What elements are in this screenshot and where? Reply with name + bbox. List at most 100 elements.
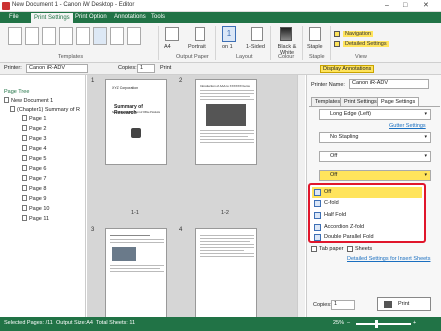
copies-label: Copies: (118, 65, 137, 71)
option-half-fold[interactable]: Half Fold (312, 210, 422, 222)
pages-per-sheet-icon[interactable]: 1 (222, 26, 236, 42)
zoom-level: 25% (333, 320, 345, 326)
text-line (110, 239, 164, 240)
insert-sheets-link[interactable]: Detailed Settings for Insert Sheets (347, 256, 430, 262)
detailed-settings-checkbox[interactable] (334, 41, 340, 47)
tab-print-settings[interactable]: Print Settings (340, 97, 381, 106)
copies-input[interactable]: 1 (331, 300, 355, 310)
printer-select[interactable]: Canon iR-ADV (26, 64, 88, 73)
tab-file[interactable]: File (6, 12, 22, 23)
tree-page[interactable]: Page 1 (22, 115, 46, 124)
page-preview-area[interactable]: 1 2 XYZ Corporation Summary of Research … (87, 75, 297, 317)
color-mode-icon[interactable] (280, 27, 292, 41)
page-icon (22, 205, 27, 211)
photo-image (206, 104, 246, 126)
tree-page[interactable]: Page 10 (22, 205, 50, 214)
sheets-checkbox[interactable] (347, 246, 353, 252)
print-button[interactable]: Print (377, 297, 431, 311)
page-thumbnail[interactable] (105, 228, 167, 317)
tree-page[interactable]: Page 6 (22, 165, 46, 174)
chapter-icon (10, 106, 15, 112)
fold-icon (314, 234, 321, 241)
tab-print-option[interactable]: Print Option (72, 12, 110, 23)
tree-root-label: New Document 1 (11, 98, 54, 104)
zoom-in-icon[interactable]: + (413, 320, 416, 326)
printer-label: Printer: (4, 65, 22, 71)
tree-root[interactable]: New Document 1 (4, 97, 53, 106)
orientation-label[interactable]: Portrait (188, 44, 206, 50)
tree-page[interactable]: Page 7 (22, 175, 46, 184)
template-thumbnail[interactable] (59, 27, 73, 45)
zoom-slider-thumb[interactable] (375, 320, 378, 328)
text-line (200, 133, 254, 134)
text-line (200, 139, 254, 140)
tab-tools[interactable]: Tools (148, 12, 168, 23)
copies-input[interactable]: 1 (137, 64, 155, 73)
punch-select[interactable]: Off ▾ (319, 151, 431, 162)
template-thumbnail[interactable] (93, 27, 107, 45)
template-thumbnail[interactable] (8, 27, 22, 45)
tab-paper-checkbox[interactable] (311, 246, 317, 252)
tree-chapter[interactable]: (Chapter1) Summary of R (10, 106, 80, 115)
template-thumbnail[interactable] (110, 27, 124, 45)
minimize-button[interactable]: – (385, 2, 389, 10)
text-line (200, 256, 254, 257)
tab-page-settings[interactable]: Page Settings (377, 97, 420, 106)
template-thumbnail[interactable] (42, 27, 56, 45)
output-size-status: Output Size:A4 (56, 320, 93, 326)
navigation-toggle[interactable]: Navigation (343, 31, 373, 37)
zoom-slider[interactable] (356, 323, 411, 325)
orientation-icon[interactable] (195, 27, 205, 41)
tree-page[interactable]: Page 5 (22, 155, 46, 164)
tab-annotations[interactable]: Annotations (111, 12, 149, 23)
tree-page[interactable]: Page 2 (22, 125, 46, 134)
tree-page[interactable]: Page 8 (22, 185, 46, 194)
print-button[interactable]: Print (160, 65, 171, 71)
paper-size-icon[interactable] (165, 27, 179, 41)
tree-page-label: Page 3 (29, 136, 47, 142)
display-annotations-toggle[interactable]: Display Annotations (320, 65, 375, 73)
page-subtitle: Sales Data Management of Office Products (112, 111, 161, 114)
template-thumbnail[interactable] (25, 27, 39, 45)
paper-size-label[interactable]: A4 (164, 44, 171, 50)
fold-select[interactable]: Off ▾ (319, 170, 431, 181)
template-thumbnail[interactable] (76, 27, 90, 45)
option-double-parallel-fold[interactable]: Double Parallel Fold (312, 232, 422, 242)
staple-icon[interactable] (309, 27, 321, 41)
page-thumbnail[interactable] (195, 228, 257, 317)
pages-on-label[interactable]: on 1 (222, 44, 233, 50)
tree-page-label: Page 10 (29, 206, 50, 212)
group-label-templates: Templates (58, 54, 84, 60)
page-title: Summary of Research (114, 104, 143, 116)
page-thumbnail[interactable]: XYZ Corporation Summary of Research Sale… (105, 79, 167, 165)
zoom-out-icon[interactable]: – (347, 320, 350, 326)
navigation-checkbox[interactable] (334, 31, 340, 37)
text-line (200, 90, 254, 91)
close-button[interactable]: ✕ (423, 2, 429, 10)
detailed-settings-toggle[interactable]: Detailed Settings (343, 41, 389, 47)
binding-select[interactable]: Long Edge (Left) ▾ (319, 109, 431, 120)
staple-select[interactable]: No Stapling ▾ (319, 132, 431, 143)
text-line (200, 247, 254, 248)
template-thumbnail[interactable] (127, 27, 141, 45)
text-line (200, 241, 250, 242)
staple-label[interactable]: Staple (307, 44, 323, 50)
sheet-number: 4 (179, 227, 183, 233)
vertical-scrollbar[interactable] (297, 75, 305, 317)
tree-page[interactable]: Page 4 (22, 145, 46, 154)
tree-page[interactable]: Page 3 (22, 135, 46, 144)
group-label-staple: Staple (309, 54, 325, 60)
gutter-settings-link[interactable]: Gutter Settings (389, 123, 426, 129)
sided-icon[interactable] (251, 27, 263, 41)
option-c-fold[interactable]: C-fold (312, 198, 422, 210)
sided-label[interactable]: 1-Sided (246, 44, 265, 50)
tree-page[interactable]: Page 11 (22, 215, 49, 224)
printer-name-select[interactable]: Canon iR-ADV (349, 79, 429, 89)
tab-print-settings[interactable]: Print Settings (30, 12, 74, 23)
tree-page[interactable]: Page 9 (22, 195, 46, 204)
page-icon (22, 125, 27, 131)
page-thumbnail[interactable]: Introduction of AAA to XXXXXX Items (195, 79, 257, 165)
maximize-button[interactable]: □ (403, 2, 407, 10)
separator (302, 26, 303, 60)
option-off[interactable]: Off (312, 187, 422, 198)
